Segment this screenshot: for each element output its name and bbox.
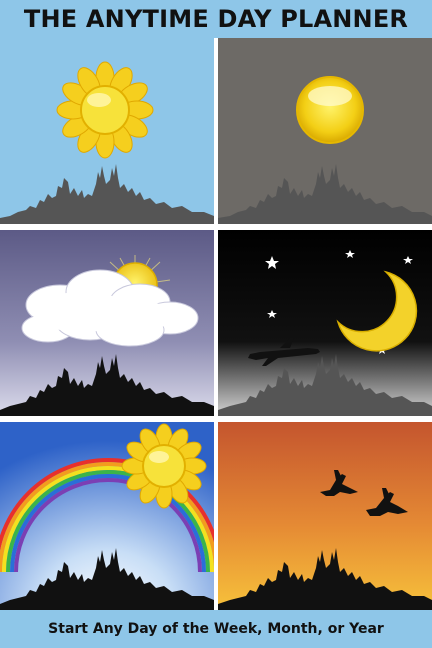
panel-divider-horizontal: [0, 416, 432, 422]
panel-morning-sun: [0, 38, 214, 224]
panel-sunset-birds: [218, 422, 432, 610]
planner-cover: THE ANYTIME DAY PLANNER Start Any Day of…: [0, 0, 432, 648]
panel-full-sun: [218, 38, 432, 224]
panel-divider-vertical: [214, 38, 218, 610]
sun-icon: [296, 76, 364, 144]
panel-rainbow-sun: [0, 422, 214, 610]
cover-tagline: Start Any Day of the Week, Month, or Yea…: [48, 621, 384, 637]
panel-divider-horizontal: [0, 224, 432, 230]
cover-title: THE ANYTIME DAY PLANNER: [23, 5, 409, 33]
panel-sun-behind-clouds: [0, 230, 214, 416]
panel-night-moon: [218, 230, 432, 416]
